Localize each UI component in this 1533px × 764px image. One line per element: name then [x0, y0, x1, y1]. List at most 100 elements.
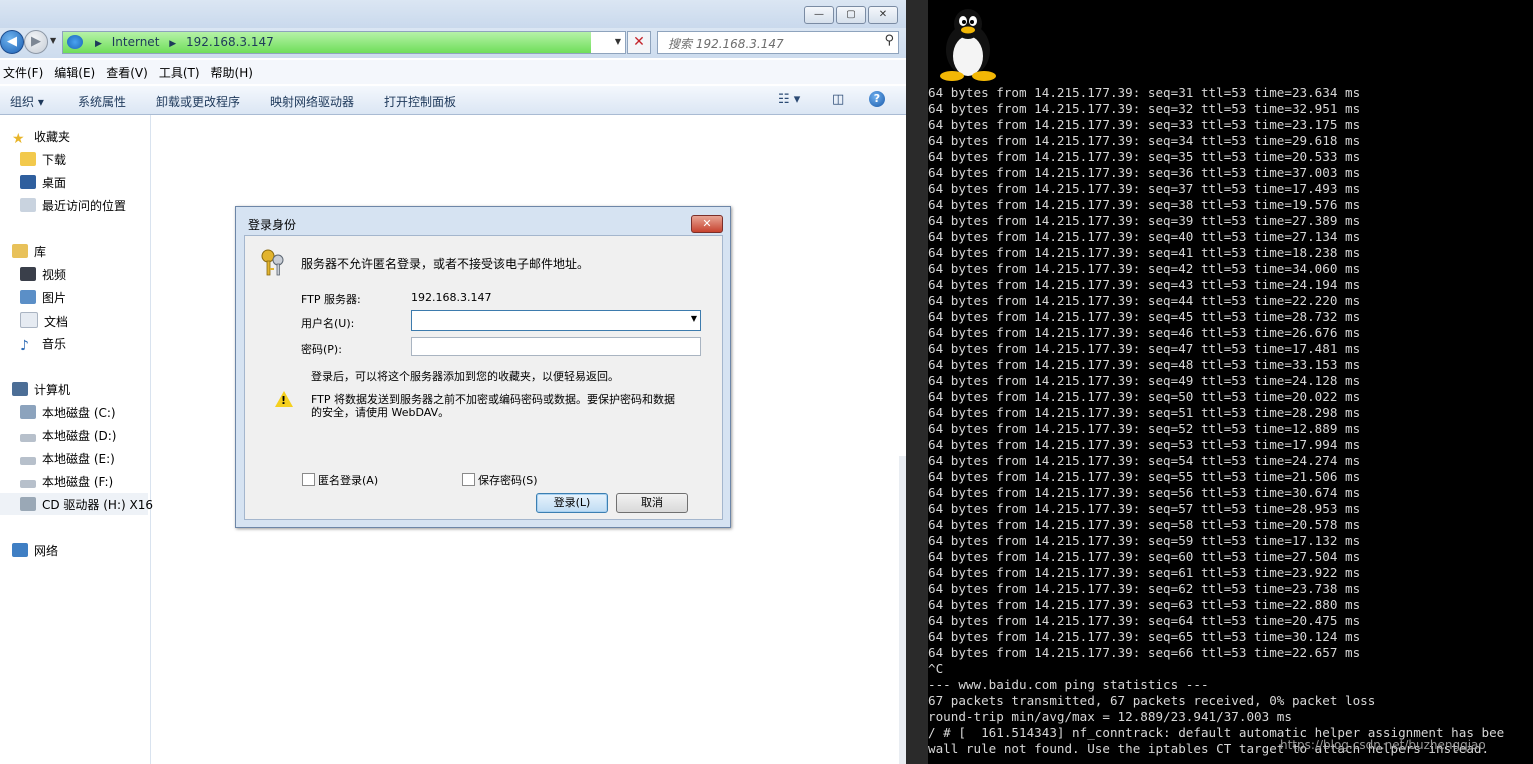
window-controls: — ▢ ✕	[804, 6, 898, 24]
nav-disk-c[interactable]: 本地磁盘 (C:)	[20, 404, 116, 421]
nav-favorites[interactable]: ★ 收藏夹	[12, 128, 70, 147]
arrow-left-icon: ◀	[7, 34, 17, 49]
anonymous-login-label[interactable]: 匿名登录(A)	[318, 472, 378, 488]
maximize-button[interactable]: ▢	[836, 6, 866, 24]
save-password-checkbox[interactable]	[462, 473, 475, 486]
breadcrumb-chevron-icon: ▶	[95, 39, 102, 49]
stop-loading-button[interactable]: ✕	[627, 31, 651, 54]
menu-view[interactable]: 查看(V)	[103, 60, 156, 84]
terminal-line: 64 bytes from 14.215.177.39: seq=59 ttl=…	[928, 533, 1361, 548]
terminal-line: 64 bytes from 14.215.177.39: seq=65 ttl=…	[928, 629, 1361, 644]
username-label: 用户名(U):	[301, 317, 355, 330]
menu-file[interactable]: 文件(F)	[0, 60, 51, 84]
document-icon	[20, 312, 38, 328]
anonymous-login-checkbox[interactable]	[302, 473, 315, 486]
nav-documents[interactable]: 文档	[20, 312, 68, 330]
hard-drive-icon	[20, 457, 36, 465]
cancel-button[interactable]: 取消	[616, 493, 688, 513]
view-options-icon[interactable]: ☷ ▾	[778, 92, 800, 107]
nav-computer[interactable]: 计算机	[12, 381, 70, 398]
forward-button[interactable]: ▶	[24, 30, 48, 54]
password-label: 密码(P):	[301, 343, 342, 356]
watermark-text: https://blog.csdn.net/buzhengqiao	[1280, 738, 1486, 752]
organize-button[interactable]: 组织 ▾	[10, 93, 44, 110]
nav-libraries[interactable]: 库	[12, 243, 46, 260]
terminal-line: 64 bytes from 14.215.177.39: seq=54 ttl=…	[928, 453, 1361, 468]
terminal-line: 64 bytes from 14.215.177.39: seq=52 ttl=…	[928, 421, 1361, 436]
breadcrumb-host[interactable]: 192.168.3.147	[186, 35, 274, 49]
terminal-line: 64 bytes from 14.215.177.39: seq=55 ttl=…	[928, 469, 1361, 484]
terminal-line: 64 bytes from 14.215.177.39: seq=47 ttl=…	[928, 341, 1361, 356]
hard-drive-icon	[20, 480, 36, 488]
terminal-output: 64 bytes from 14.215.177.39: seq=31 ttl=…	[928, 85, 1504, 757]
login-dialog: 登录身份 ✕ 服务器不允许匿名登录，或者不接受该电子邮件地址。 FTP 服务器:…	[235, 206, 731, 528]
breadcrumb-chevron-icon: ▶	[169, 39, 177, 49]
breadcrumb-internet[interactable]: Internet	[112, 35, 160, 49]
window-divider	[906, 0, 928, 764]
search-icon[interactable]: ⚲	[884, 33, 894, 48]
terminal-line: 64 bytes from 14.215.177.39: seq=49 ttl=…	[928, 373, 1361, 388]
open-control-panel-button[interactable]: 打开控制面板	[384, 93, 456, 110]
history-dropdown-icon[interactable]: ▼	[50, 36, 56, 45]
breadcrumb: ▶ Internet ▶ 192.168.3.147	[89, 35, 274, 49]
address-bar[interactable]: ▶ Internet ▶ 192.168.3.147 ▼	[62, 31, 626, 54]
back-button[interactable]: ◀	[0, 30, 24, 54]
terminal-line: 64 bytes from 14.215.177.39: seq=53 ttl=…	[928, 437, 1361, 452]
terminal-line: 64 bytes from 14.215.177.39: seq=57 ttl=…	[928, 501, 1361, 516]
terminal-line: round-trip min/avg/max = 12.889/23.941/3…	[928, 709, 1292, 724]
tux-penguin-logo	[940, 9, 996, 81]
chevron-down-icon[interactable]: ▼	[691, 314, 697, 323]
minimize-button[interactable]: —	[804, 6, 834, 24]
search-input[interactable]: 搜索 192.168.3.147 ⚲	[657, 31, 899, 54]
cd-drive-icon	[20, 497, 36, 511]
save-password-label[interactable]: 保存密码(S)	[478, 472, 538, 488]
close-window-button[interactable]: ✕	[868, 6, 898, 24]
login-button[interactable]: 登录(L)	[536, 493, 608, 513]
nav-downloads[interactable]: 下载	[20, 151, 66, 168]
music-note-icon: ♪	[20, 338, 29, 354]
preview-pane-icon[interactable]: ◫	[832, 92, 844, 107]
nav-music[interactable]: ♪ 音乐	[20, 335, 66, 354]
nav-recent-places[interactable]: 最近访问的位置	[20, 197, 126, 214]
dialog-message: 服务器不允许匿名登录，或者不接受该电子邮件地址。	[301, 257, 590, 271]
username-combobox[interactable]: ▼	[411, 310, 701, 331]
terminal-window[interactable]: 64 bytes from 14.215.177.39: seq=31 ttl=…	[928, 0, 1533, 764]
terminal-line: 64 bytes from 14.215.177.39: seq=43 ttl=…	[928, 277, 1361, 292]
keys-icon	[261, 249, 284, 276]
terminal-line: 64 bytes from 14.215.177.39: seq=56 ttl=…	[928, 485, 1361, 500]
nav-videos[interactable]: 视频	[20, 266, 66, 283]
nav-desktop[interactable]: 桌面	[20, 174, 66, 191]
nav-network[interactable]: 网络	[12, 542, 58, 559]
command-bar: 组织 ▾ 系统属性 卸载或更改程序 映射网络驱动器 打开控制面板 ☷ ▾ ◫ ?	[0, 86, 906, 115]
terminal-line: 64 bytes from 14.215.177.39: seq=42 ttl=…	[928, 261, 1361, 276]
terminal-line: 64 bytes from 14.215.177.39: seq=58 ttl=…	[928, 517, 1361, 532]
network-globe-icon	[67, 35, 83, 49]
uninstall-program-button[interactable]: 卸载或更改程序	[156, 93, 240, 110]
nav-disk-f[interactable]: 本地磁盘 (F:)	[20, 473, 113, 490]
menu-edit[interactable]: 编辑(E)	[51, 60, 103, 84]
terminal-line: 64 bytes from 14.215.177.39: seq=39 ttl=…	[928, 213, 1361, 228]
address-dropdown-icon[interactable]: ▼	[615, 37, 621, 46]
recent-places-icon	[20, 198, 36, 212]
explorer-window: — ▢ ✕ ◀ ▶ ▼ ▶ Internet ▶ 192.168.3.147 ▼…	[0, 0, 906, 764]
nav-pictures[interactable]: 图片	[20, 289, 66, 306]
system-properties-button[interactable]: 系统属性	[78, 93, 126, 110]
terminal-line: 64 bytes from 14.215.177.39: seq=31 ttl=…	[928, 85, 1361, 100]
terminal-line: 64 bytes from 14.215.177.39: seq=36 ttl=…	[928, 165, 1361, 180]
terminal-line: 64 bytes from 14.215.177.39: seq=51 ttl=…	[928, 405, 1361, 420]
vertical-scrollbar[interactable]	[899, 456, 906, 764]
password-field[interactable]	[411, 337, 701, 356]
map-network-drive-button[interactable]: 映射网络驱动器	[270, 93, 354, 110]
nav-disk-d[interactable]: 本地磁盘 (D:)	[20, 427, 116, 444]
network-icon	[12, 543, 28, 557]
dialog-close-button[interactable]: ✕	[691, 215, 723, 233]
nav-disk-e[interactable]: 本地磁盘 (E:)	[20, 450, 115, 467]
help-icon[interactable]: ?	[869, 91, 885, 107]
ftp-server-value: 192.168.3.147	[411, 291, 492, 304]
terminal-line: 64 bytes from 14.215.177.39: seq=34 ttl=…	[928, 133, 1361, 148]
nav-cd-drive[interactable]: CD 驱动器 (H:) X16	[20, 496, 153, 513]
terminal-line: 64 bytes from 14.215.177.39: seq=33 ttl=…	[928, 117, 1361, 132]
menu-help[interactable]: 帮助(H)	[208, 60, 261, 84]
menu-tools[interactable]: 工具(T)	[156, 60, 208, 84]
terminal-line: 64 bytes from 14.215.177.39: seq=40 ttl=…	[928, 229, 1361, 244]
